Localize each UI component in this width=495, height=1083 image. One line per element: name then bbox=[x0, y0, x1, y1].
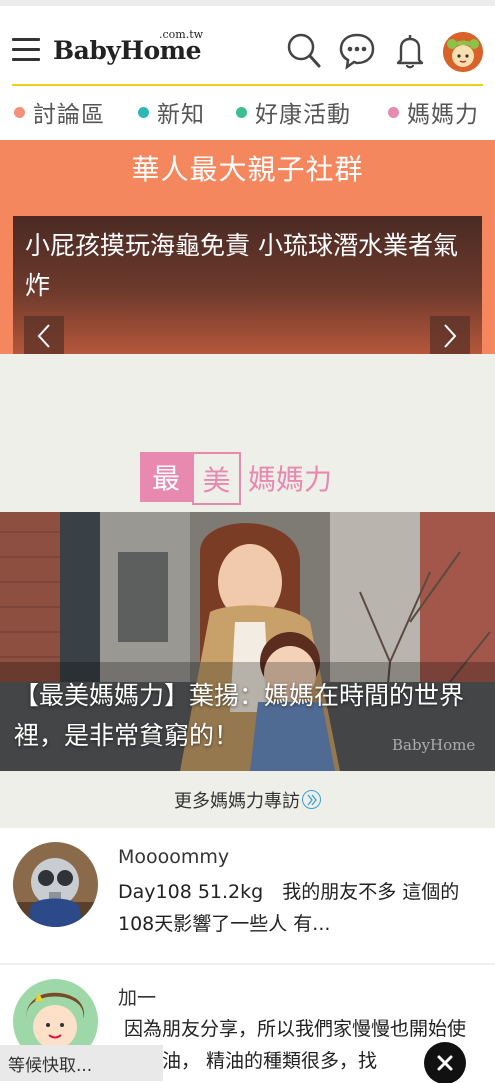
nav-item-deals[interactable]: 好康活動 bbox=[236, 96, 351, 128]
nav-dot bbox=[14, 106, 25, 118]
slide-headline: 小屁孩摸玩海龜免責 小琉球潛水業者氣炸 bbox=[25, 231, 458, 300]
list-item[interactable]: Moooommy Day108 51.2kg 我的朋友不多 這個的108天影響了… bbox=[0, 828, 495, 963]
avatar bbox=[13, 842, 98, 927]
menu-icon[interactable] bbox=[12, 38, 40, 62]
more-interviews-link[interactable]: 更多媽媽力專訪 bbox=[0, 771, 495, 828]
photo-watermark: BabyHome bbox=[392, 736, 476, 754]
heading-box-2: 美 bbox=[192, 452, 241, 505]
more-label: 更多媽媽力專訪 bbox=[174, 790, 300, 812]
post-excerpt: Day108 51.2kg 我的朋友不多 這個的108天影響了一些人 有... bbox=[118, 881, 460, 935]
banner-title: 華人最大親子社群 bbox=[131, 153, 364, 186]
featured-article[interactable]: 【最美媽媽力】葉揚：媽媽在時間的世界裡，是非常貧窮的！ BabyHome bbox=[0, 512, 495, 771]
headline-slide[interactable]: 小屁孩摸玩海龜免責 小琉球潛水業者氣炸 bbox=[13, 216, 482, 354]
heading-text: 媽媽力 bbox=[248, 463, 333, 496]
nav-label: 媽媽力 bbox=[407, 102, 479, 128]
nav-dot bbox=[138, 106, 149, 118]
chevron-left-icon[interactable] bbox=[24, 316, 64, 354]
post-author: 加一 bbox=[118, 987, 157, 1009]
community-banner: 華人最大親子社群 小屁孩摸玩海龜免責 小琉球潛水業者氣炸 bbox=[0, 140, 495, 354]
post-author: Moooommy bbox=[118, 846, 230, 868]
search-icon[interactable] bbox=[286, 32, 322, 70]
chevron-right-icon[interactable] bbox=[430, 316, 470, 354]
nav-dot bbox=[388, 106, 399, 118]
page: BabyHome .com.tw 討論區 新知 好康活動 媽媽力 華人最大親子社… bbox=[0, 0, 495, 1083]
nav-label: 討論區 bbox=[33, 102, 105, 128]
babyhome-logo[interactable]: BabyHome .com.tw bbox=[53, 28, 223, 72]
nav-dot bbox=[236, 106, 247, 118]
heading-box-1: 最 bbox=[140, 452, 192, 502]
top-header: BabyHome .com.tw bbox=[0, 0, 495, 84]
chat-icon[interactable] bbox=[339, 32, 375, 70]
nav-label: 新知 bbox=[157, 102, 205, 128]
logo-domain: .com.tw bbox=[159, 28, 204, 41]
status-loading: 等候快取... bbox=[0, 1045, 163, 1081]
nav-label: 好康活動 bbox=[255, 102, 351, 128]
nav-item-mompower[interactable]: 媽媽力 bbox=[388, 96, 479, 128]
nav-item-forum[interactable]: 討論區 bbox=[14, 96, 105, 128]
circle-chevron-right-icon bbox=[302, 790, 321, 809]
category-nav: 討論區 新知 好康活動 媽媽力 bbox=[0, 86, 495, 140]
bell-icon[interactable] bbox=[392, 32, 428, 70]
user-avatar[interactable] bbox=[443, 32, 483, 72]
close-icon[interactable] bbox=[424, 1042, 466, 1083]
nav-item-news[interactable]: 新知 bbox=[138, 96, 205, 128]
